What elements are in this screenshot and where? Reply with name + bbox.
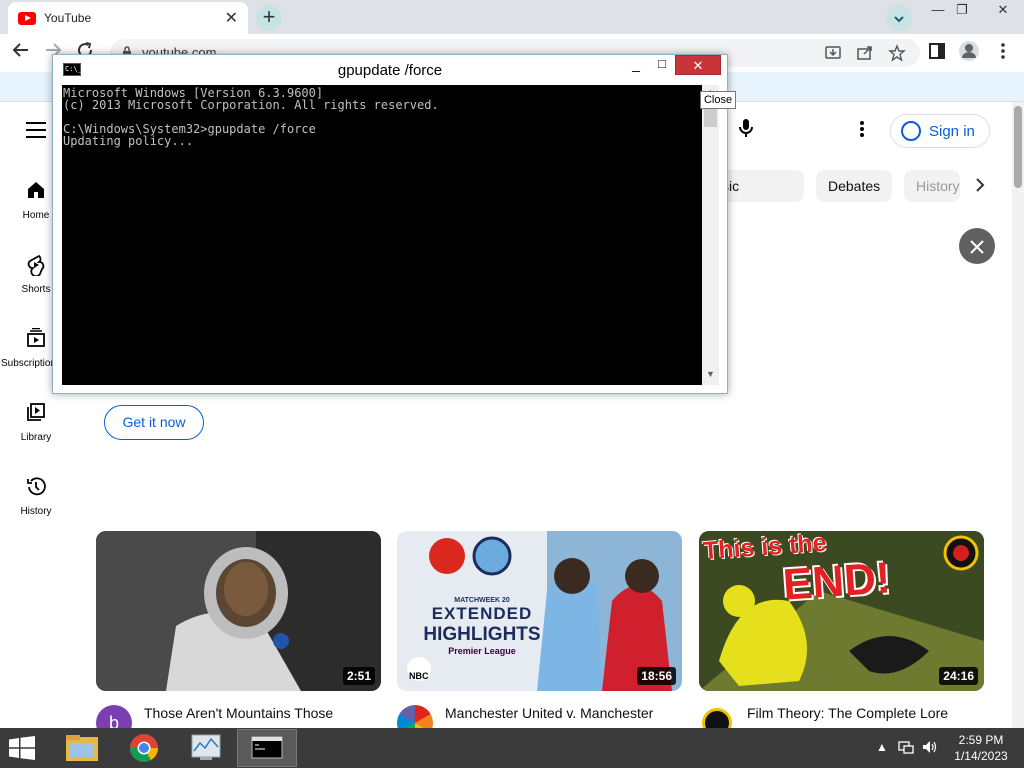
clock-date: 1/14/2023 [954,749,1008,763]
console-minimize-button[interactable]: _ [625,55,647,75]
taskbar-file-explorer[interactable] [52,729,112,767]
library-icon [0,402,72,428]
youtube-favicon-icon [18,11,36,25]
sign-in-label: Sign in [929,122,975,140]
install-icon[interactable] [824,44,842,67]
back-arrow-icon [12,43,28,57]
chevron-right-icon [976,178,985,192]
console-titlebar[interactable]: C:\_ gpupdate /force _ □ ✕ [53,55,727,85]
voice-search-button[interactable] [734,118,758,144]
tab-search-button[interactable] [886,5,912,31]
browser-tab-youtube[interactable]: YouTube ✕ [8,2,248,34]
folder-icon [66,735,98,761]
dismiss-banner-button[interactable] [959,228,995,264]
show-hidden-icons-button[interactable]: ▲ [876,740,888,754]
windows-taskbar: ▲ 2:59 PM 1/14/2023 [0,728,1024,768]
profile-avatar-icon [959,41,979,61]
monitor-chart-icon [191,734,221,760]
rail-label-history: History [20,506,52,517]
share-icon[interactable] [856,44,874,67]
command-prompt-window[interactable]: C:\_ gpupdate /force _ □ ✕ Microsoft Win… [52,54,728,394]
browser-tab-strip: YouTube ✕ + — ❐ ✕ [0,0,1024,34]
tab-close-button[interactable]: ✕ [225,8,238,28]
chip-debates[interactable]: Debates [816,170,893,202]
page-scrollbar[interactable] [1012,102,1024,728]
hamburger-menu-icon[interactable] [26,122,46,138]
video-title[interactable]: Those Aren't Mountains Those [144,705,382,721]
video-thumbnail[interactable]: 2:51 [96,531,381,691]
side-panel-button[interactable] [924,40,950,66]
astronaut-image [96,531,381,691]
chevron-down-icon [894,15,904,22]
premier-league-text: Premier League [448,646,516,656]
chip-label: History [916,178,960,194]
highlights-text: HIGHLIGHTS [423,624,541,645]
back-button[interactable] [8,40,34,66]
video-title[interactable]: Manchester United v. Manchester [445,705,683,721]
console-output[interactable]: Microsoft Windows [Version 6.3.9600] (c)… [62,85,702,385]
network-icon[interactable] [898,740,914,757]
chip-history[interactable]: History [904,170,960,202]
video-card[interactable]: MATCHWEEK 20 EXTENDED HIGHLIGHTS Premier… [397,531,683,741]
windows-logo-icon [9,736,35,760]
account-circle-icon [901,121,921,141]
console-line: (c) 2013 Microsoft Corporation. All righ… [63,98,439,112]
extended-text: EXTENDED [431,604,533,623]
kebab-menu-icon [860,121,864,137]
get-it-now-button[interactable]: Get it now [104,405,204,440]
new-tab-button[interactable]: + [256,5,282,31]
chrome-menu-button[interactable] [990,40,1016,66]
rail-item-history[interactable]: History [0,476,72,517]
close-tooltip: Close [700,91,736,109]
taskbar-command-prompt[interactable] [237,729,297,767]
scrollbar-thumb[interactable] [1014,106,1022,188]
console-scrollbar[interactable]: ▲ ▼ [702,85,719,385]
video-duration: 18:56 [637,667,676,685]
history-icon [0,476,72,502]
close-icon [970,240,984,254]
console-close-button[interactable]: ✕ [675,55,721,75]
console-maximize-button[interactable]: □ [651,55,673,75]
start-button[interactable] [8,736,38,760]
window-restore-button[interactable]: ❐ [948,0,976,22]
rail-item-library[interactable]: Library [0,402,72,443]
taskbar-performance-monitor[interactable] [176,729,236,767]
matchweek-text: MATCHWEEK 20 [454,597,510,604]
volume-icon[interactable] [922,740,938,757]
kebab-menu-icon [1001,43,1005,59]
console-line: Updating policy... [63,134,194,148]
video-duration: 2:51 [342,667,375,685]
taskbar-chrome[interactable] [114,729,174,767]
bookmark-star-icon[interactable] [888,44,906,67]
cmd-icon [251,736,283,759]
rail-label-library: Library [20,432,52,443]
scroll-down-arrow-icon[interactable]: ▼ [702,369,719,383]
window-close-button[interactable]: ✕ [982,0,1024,22]
sign-in-button[interactable]: Sign in [890,114,990,148]
nbc-logo-text: NBC [409,671,429,681]
profile-button[interactable] [956,40,982,66]
video-duration: 24:16 [939,667,978,685]
microphone-icon [739,119,753,137]
video-card[interactable]: This is the END! 24:16 Film Theory: The … [699,531,985,738]
chrome-logo-icon [130,734,158,762]
thumbnail-headline-2: END! [781,553,893,610]
video-title[interactable]: Film Theory: The Complete Lore [747,705,985,721]
tab-title: YouTube [44,11,92,25]
chip-label: Debates [828,178,881,194]
taskbar-clock[interactable]: 2:59 PM 1/14/2023 [946,732,1016,764]
clock-time: 2:59 PM [958,733,1004,747]
video-thumbnail[interactable]: MATCHWEEK 20 EXTENDED HIGHLIGHTS Premier… [397,531,682,691]
console-scrollbar-thumb[interactable] [704,107,717,127]
video-thumbnail[interactable]: This is the END! 24:16 [699,531,984,691]
highlights-overlay: MATCHWEEK 20 EXTENDED HIGHLIGHTS Premier… [407,597,557,656]
settings-menu-button[interactable] [852,118,872,144]
chips-next-button[interactable] [968,172,992,200]
side-panel-icon [929,43,945,59]
video-card[interactable]: 2:51 b Those Aren't Mountains Those [96,531,382,741]
